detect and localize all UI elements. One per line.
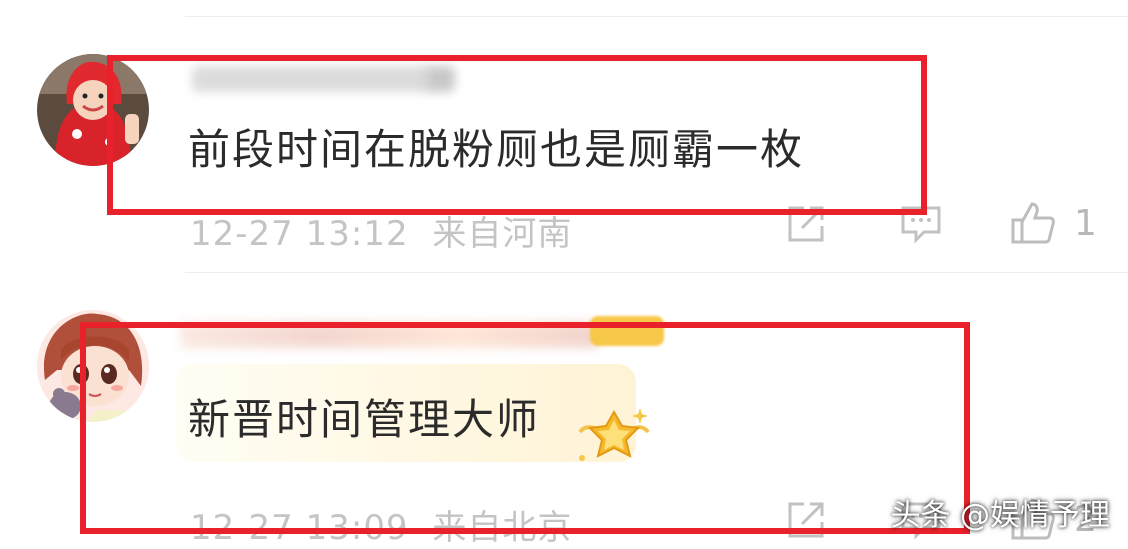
avatar[interactable] xyxy=(37,310,149,422)
like-button[interactable]: 1 xyxy=(1010,200,1097,246)
star-badge-icon xyxy=(578,408,650,461)
comment-location: 来自河南 xyxy=(432,214,573,254)
member-badge xyxy=(590,316,664,346)
avatar-anime-girl-image xyxy=(37,310,149,422)
like-count: 1 xyxy=(1074,202,1097,244)
username-blurred[interactable] xyxy=(192,66,430,92)
watermark: 头条 @娱情予理 xyxy=(890,498,1110,533)
comment-timestamp: 12-27 13:09 xyxy=(190,508,409,548)
comment-meta: 12-27 13:09 来自北京 xyxy=(190,500,572,549)
share-icon xyxy=(788,502,824,538)
username-blurred[interactable] xyxy=(180,322,600,348)
comment-text: 新晋时间管理大师 xyxy=(188,395,541,444)
avatar[interactable] xyxy=(37,54,149,166)
comment-timestamp: 12-27 13:12 xyxy=(190,214,409,254)
comment-divider xyxy=(185,272,1128,273)
comment-meta: 12-27 13:12 来自河南 xyxy=(190,206,572,255)
comment-icon xyxy=(901,206,941,244)
username-blurred-tail xyxy=(425,66,455,92)
avatar-child-red-hoodie-image xyxy=(37,54,149,166)
comment-button[interactable] xyxy=(900,204,942,244)
share-button[interactable] xyxy=(786,500,826,540)
top-divider xyxy=(185,16,1128,17)
share-button[interactable] xyxy=(786,204,826,244)
thumbs-up-icon xyxy=(1011,202,1055,244)
share-icon xyxy=(788,206,824,242)
comment-location: 来自北京 xyxy=(432,508,573,548)
comment-text: 前段时间在脱粉厕也是厕霸一枚 xyxy=(188,125,805,174)
